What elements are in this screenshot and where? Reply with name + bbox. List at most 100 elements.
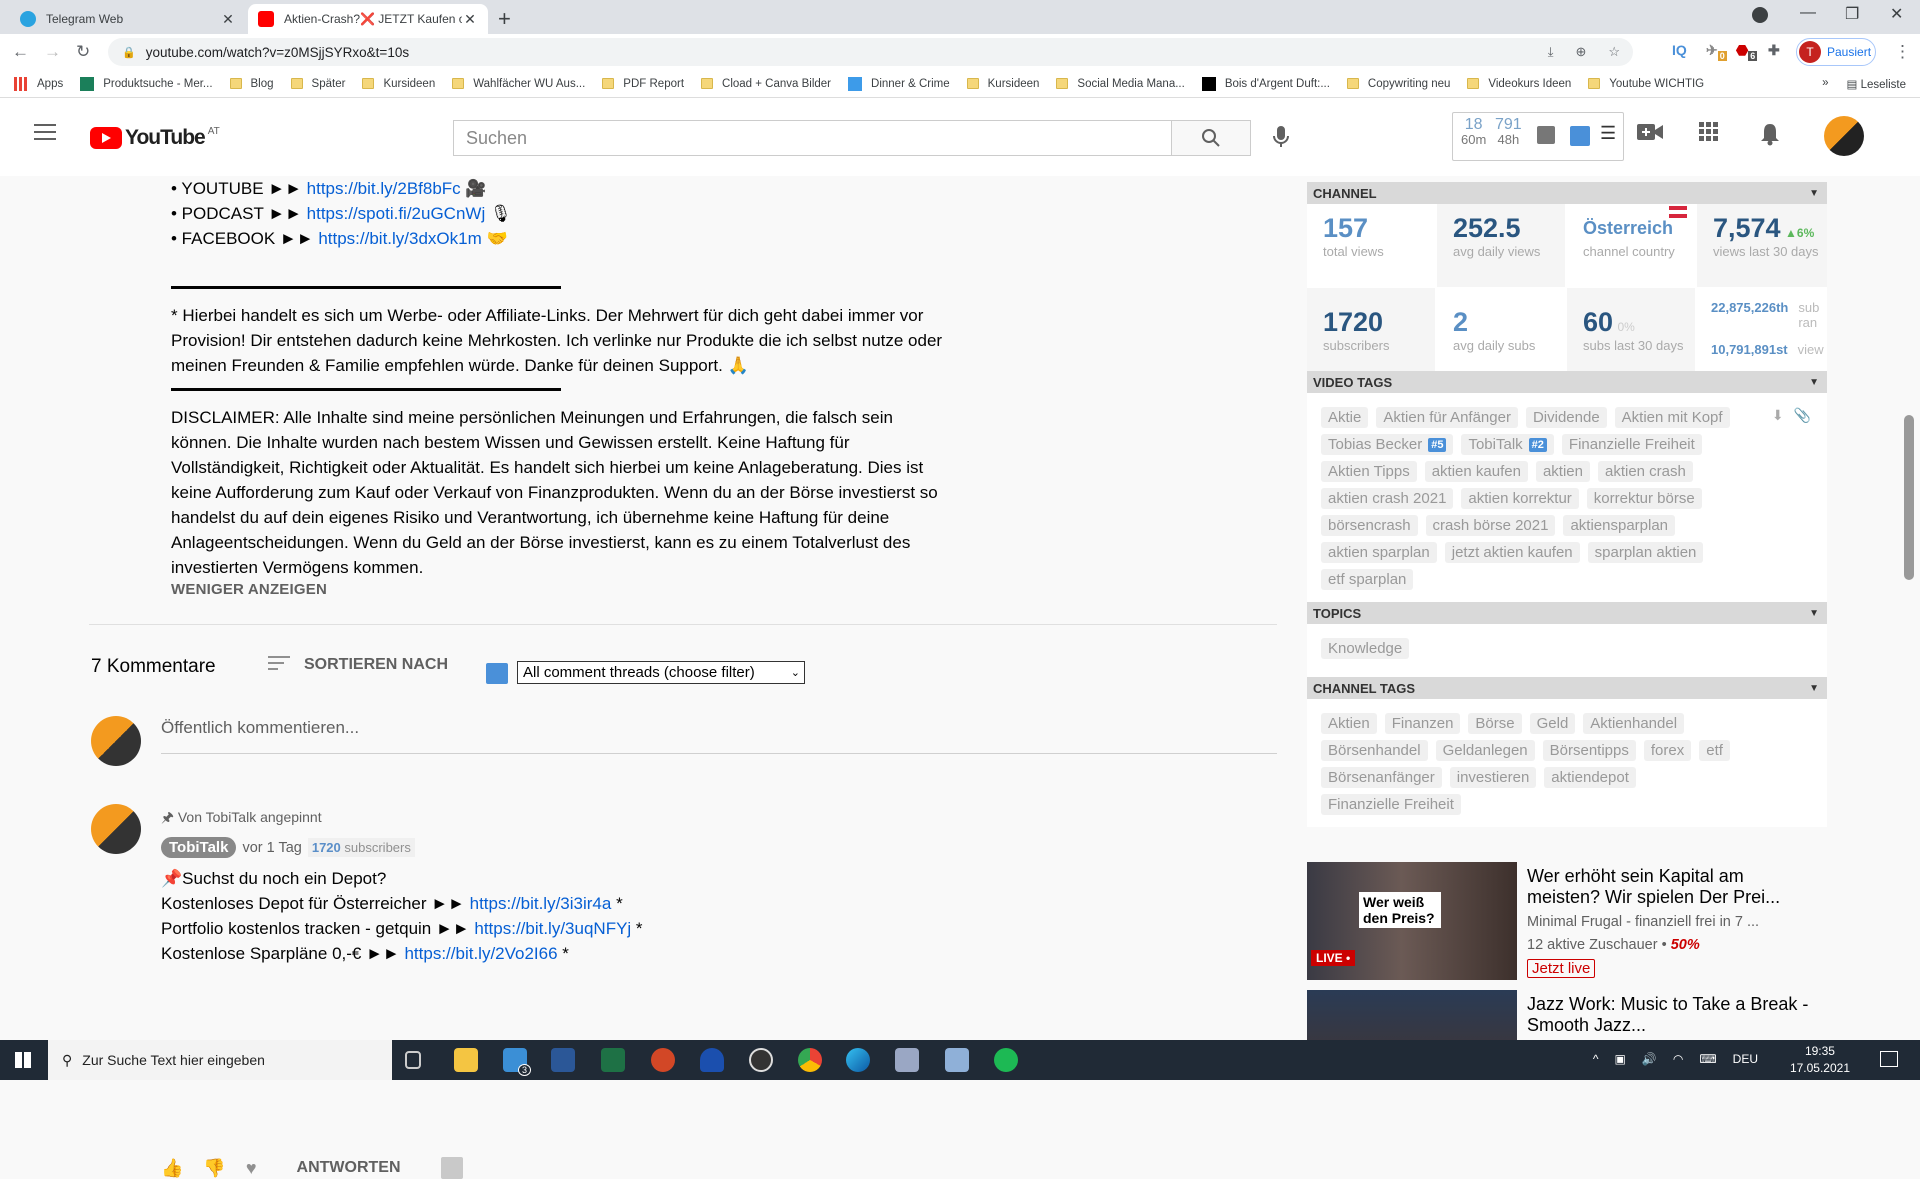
- channel-tag[interactable]: Börsentipps: [1542, 740, 1636, 761]
- account-avatar[interactable]: [1824, 116, 1864, 156]
- channel-tag[interactable]: etf: [1699, 740, 1730, 761]
- file-explorer-icon[interactable]: [454, 1048, 478, 1072]
- chrome-icon[interactable]: [798, 1048, 822, 1072]
- bookmark-folder[interactable]: Blog: [229, 78, 274, 90]
- recommended-video[interactable]: Jazz Work: Music to Take a Break - Smoot…: [1307, 990, 1827, 1040]
- channel-tag[interactable]: Geld: [1529, 713, 1576, 734]
- keyboard-icon[interactable]: ⌨: [1699, 1052, 1716, 1066]
- comment-time[interactable]: vor 1 Tag: [242, 840, 301, 856]
- recommended-video[interactable]: Wer weiß den Preis? LIVE • Wer erhöht se…: [1307, 862, 1827, 982]
- comment-author-avatar[interactable]: [91, 804, 141, 854]
- bookmark-apps[interactable]: Apps: [14, 76, 63, 91]
- notifications-icon[interactable]: [1880, 1051, 1898, 1067]
- channel-tag[interactable]: Börse: [1468, 713, 1522, 734]
- forward-button[interactable]: →: [44, 42, 61, 62]
- page-scrollbar[interactable]: [1904, 415, 1914, 580]
- taskbar-clock[interactable]: 19:35 17.05.2021: [1790, 1043, 1850, 1077]
- link[interactable]: https://spoti.fi/2uGCnWj: [307, 204, 486, 223]
- bookmark-folder[interactable]: Kursideen: [966, 78, 1039, 90]
- close-tab-icon[interactable]: ✕: [462, 11, 478, 28]
- comment-filter-select[interactable]: All comment threads (choose filter) ⌄: [517, 661, 805, 684]
- bar-chart-icon[interactable]: [1537, 126, 1555, 144]
- thumbs-up-icon[interactable]: 👍: [161, 1158, 183, 1179]
- bookmark-star-icon[interactable]: ☆: [1608, 44, 1620, 60]
- link[interactable]: https://bit.ly/3uqNFYj: [474, 919, 631, 938]
- download-icon[interactable]: ⬇: [1772, 407, 1784, 424]
- channel-tag[interactable]: aktiendepot: [1544, 767, 1636, 788]
- channel-tag[interactable]: Aktien: [1321, 713, 1377, 734]
- video-tag[interactable]: korrektur börse: [1586, 488, 1702, 509]
- video-tag[interactable]: Aktien für Anfänger: [1376, 407, 1518, 428]
- video-tag[interactable]: aktien crash: [1597, 461, 1693, 482]
- bookmark-item[interactable]: Produktsuche - Mer...: [80, 76, 213, 91]
- video-tag[interactable]: aktien crash 2021: [1321, 488, 1454, 509]
- comment-input[interactable]: Öffentlich kommentieren...: [161, 718, 1277, 754]
- app-icon[interactable]: [945, 1048, 969, 1072]
- bookmark-folder[interactable]: Copywriting neu: [1346, 78, 1450, 90]
- word-icon[interactable]: [551, 1048, 575, 1072]
- search-button[interactable]: [1171, 120, 1251, 156]
- extension-icon[interactable]: ✈ 0: [1706, 42, 1727, 61]
- video-tag[interactable]: börsencrash: [1321, 515, 1418, 536]
- more-bookmarks-button[interactable]: »: [1822, 77, 1828, 91]
- video-title[interactable]: Wer erhöht sein Kapital am meisten? Wir …: [1527, 866, 1817, 908]
- vidiq-reply-icon[interactable]: [440, 1157, 463, 1179]
- install-icon[interactable]: ⤓: [1548, 44, 1554, 60]
- video-tag[interactable]: crash börse 2021: [1425, 515, 1556, 536]
- bookmark-folder[interactable]: Wahlfächer WU Aus...: [452, 78, 585, 90]
- tab-telegram[interactable]: Telegram Web ✕: [10, 4, 246, 34]
- minimize-button[interactable]: —: [1800, 4, 1816, 22]
- menu-kebab-icon[interactable]: ⋮: [1894, 42, 1911, 62]
- spotify-icon[interactable]: [994, 1048, 1018, 1072]
- vidiq-logo-icon[interactable]: [1570, 126, 1590, 146]
- youtube-logo[interactable]: YouTube AT: [90, 126, 220, 150]
- copy-clip-icon[interactable]: 📎: [1794, 407, 1811, 424]
- zoom-icon[interactable]: ⊕: [1575, 44, 1586, 60]
- back-button[interactable]: ←: [12, 42, 29, 62]
- channel-tag[interactable]: Finanzen: [1384, 713, 1461, 734]
- language-indicator[interactable]: DEU: [1733, 1052, 1758, 1066]
- excel-icon[interactable]: [601, 1048, 625, 1072]
- bookmark-item[interactable]: Dinner & Crime: [848, 76, 950, 91]
- video-title[interactable]: Jazz Work: Music to Take a Break - Smoot…: [1527, 994, 1817, 1036]
- video-tag[interactable]: Aktien mit Kopf: [1614, 407, 1730, 428]
- notifications-bell-icon[interactable]: [1760, 122, 1780, 146]
- video-tag[interactable]: Dividende: [1525, 407, 1607, 428]
- powerpoint-icon[interactable]: [651, 1048, 675, 1072]
- video-tag[interactable]: Aktien Tipps: [1321, 461, 1417, 482]
- reading-list-button[interactable]: ▤ Leseliste: [1847, 77, 1906, 91]
- bookmark-folder[interactable]: Youtube WICHTIG: [1588, 78, 1704, 90]
- reload-button[interactable]: ↻: [76, 42, 90, 62]
- topic-tag[interactable]: Knowledge: [1321, 638, 1410, 659]
- thumbs-down-icon[interactable]: 👎: [203, 1158, 225, 1179]
- video-thumbnail[interactable]: [1307, 990, 1517, 1040]
- close-tab-icon[interactable]: ✕: [220, 11, 236, 28]
- topics-section-header[interactable]: TOPICS ▼: [1307, 602, 1827, 624]
- extensions-puzzle-icon[interactable]: ✚: [1768, 42, 1780, 59]
- windows-start-icon[interactable]: [15, 1052, 31, 1068]
- video-tag[interactable]: etf sparplan: [1321, 569, 1414, 590]
- link[interactable]: https://bit.ly/3i3ir4a: [470, 894, 612, 913]
- taskbar-search-input[interactable]: ⚲ Zur Suche Text hier eingeben: [48, 1040, 392, 1080]
- video-channel[interactable]: Minimal Frugal - finanziell frei in 7 ..…: [1527, 914, 1759, 930]
- channel-tag[interactable]: Finanzielle Freiheit: [1321, 794, 1461, 815]
- tab-search-icon[interactable]: [1752, 7, 1768, 23]
- obs-icon[interactable]: [749, 1048, 773, 1072]
- edge-icon[interactable]: [846, 1048, 870, 1072]
- link[interactable]: https://bit.ly/2Vo2I66: [404, 944, 557, 963]
- channel-tag[interactable]: Aktienhandel: [1583, 713, 1685, 734]
- bookmark-item[interactable]: Bois d'Argent Duft:...: [1201, 76, 1330, 91]
- reply-button[interactable]: ANTWORTEN: [297, 1159, 401, 1177]
- address-bar[interactable]: 🔒 youtube.com/watch?v=z0MSjjSYRxo&t=10s: [108, 38, 1633, 66]
- profile-button[interactable]: T Pausiert: [1796, 38, 1876, 66]
- video-thumbnail[interactable]: Wer weiß den Preis? LIVE •: [1307, 862, 1517, 980]
- link[interactable]: https://bit.ly/3dxOk1m: [318, 229, 481, 248]
- video-tag[interactable]: aktien kaufen: [1424, 461, 1528, 482]
- channel-tag[interactable]: forex: [1643, 740, 1692, 761]
- search-input[interactable]: Suchen: [453, 120, 1171, 156]
- tray-expand-icon[interactable]: ^: [1593, 1052, 1599, 1066]
- bookmark-folder[interactable]: Cload + Canva Bilder: [701, 78, 831, 90]
- channel-tags-section-header[interactable]: CHANNEL TAGS ▼: [1307, 677, 1827, 699]
- show-less-button[interactable]: WENIGER ANZEIGEN: [171, 581, 327, 598]
- new-tab-button[interactable]: +: [498, 6, 511, 32]
